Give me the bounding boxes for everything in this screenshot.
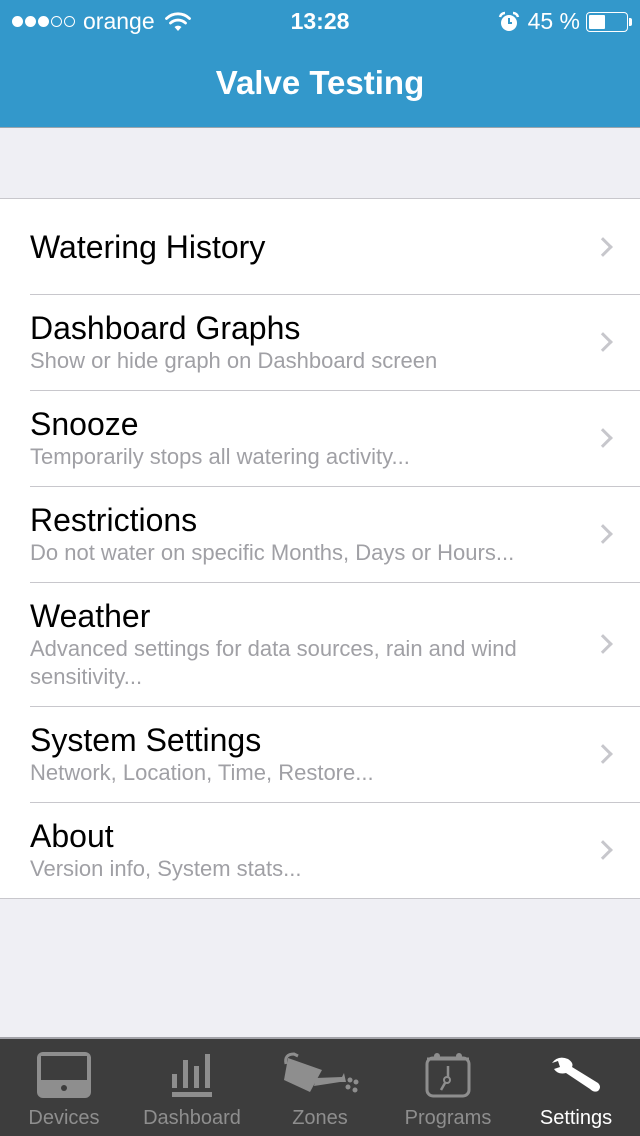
settings-item-subtitle: Temporarily stops all watering activity.…: [30, 444, 410, 469]
chevron-right-icon: [593, 332, 613, 352]
calendar-clock-icon: [425, 1053, 471, 1098]
settings-item-title: Weather: [30, 598, 151, 634]
device-icon: [37, 1052, 91, 1098]
tab-label: Dashboard: [143, 1107, 241, 1129]
chevron-right-icon: [593, 524, 613, 544]
settings-list: Watering History Dashboard Graphs Show o…: [0, 198, 640, 899]
battery-percent: 45 %: [527, 8, 580, 34]
chevron-right-icon: [593, 428, 613, 448]
tab-label: Programs: [404, 1107, 492, 1129]
alarm-icon: [498, 11, 519, 31]
tab-dashboard[interactable]: Dashboard: [128, 1039, 256, 1136]
settings-item-subtitle: Version info, System stats...: [30, 856, 302, 881]
battery-icon: [586, 11, 632, 32]
tab-label: Zones: [292, 1107, 348, 1129]
navigation-header: orange 13:28 45 % Valve Testing: [0, 0, 640, 128]
battery-level: [589, 14, 606, 29]
settings-item-weather[interactable]: Weather Advanced settings for data sourc…: [0, 582, 640, 706]
tab-zones[interactable]: Zones: [256, 1039, 384, 1136]
settings-item-title: Restrictions: [30, 502, 198, 538]
tab-label: Settings: [539, 1107, 613, 1129]
chevron-right-icon: [593, 634, 613, 654]
tab-bar: Devices Dashboard Zones Programs Setting…: [0, 1037, 640, 1136]
settings-item-subtitle: Advanced settings for data sources, rain…: [30, 636, 517, 689]
settings-item-system-settings[interactable]: System Settings Network, Location, Time,…: [0, 706, 640, 802]
tab-devices[interactable]: Devices: [0, 1039, 128, 1136]
carrier-name: orange: [83, 8, 155, 34]
settings-item-title: Watering History: [30, 228, 266, 265]
tab-programs[interactable]: Programs: [384, 1039, 512, 1136]
page-title: Valve Testing: [215, 64, 425, 101]
settings-item-watering-history[interactable]: Watering History: [0, 199, 640, 294]
settings-item-title: Snooze: [30, 406, 139, 442]
status-bar: orange 13:28 45 %: [0, 0, 640, 40]
settings-item-subtitle: Show or hide graph on Dashboard screen: [30, 348, 438, 373]
settings-item-title: System Settings: [30, 722, 262, 758]
settings-item-subtitle: Network, Location, Time, Restore...: [30, 760, 374, 785]
settings-item-restrictions[interactable]: Restrictions Do not water on specific Mo…: [0, 486, 640, 582]
tab-settings[interactable]: Settings: [512, 1039, 640, 1136]
settings-item-subtitle: Do not water on specific Months, Days or…: [30, 540, 515, 565]
signal-strength-icon: [12, 16, 75, 27]
chevron-right-icon: [593, 744, 613, 764]
wrench-icon: [552, 1057, 600, 1092]
settings-item-about[interactable]: About Version info, System stats...: [0, 802, 640, 898]
chevron-right-icon: [593, 236, 613, 257]
settings-item-dashboard-graphs[interactable]: Dashboard Graphs Show or hide graph on D…: [0, 294, 640, 390]
chevron-right-icon: [593, 840, 613, 860]
settings-item-snooze[interactable]: Snooze Temporarily stops all watering ac…: [0, 390, 640, 486]
settings-item-title: About: [30, 818, 114, 854]
bar-chart-icon: [172, 1054, 212, 1097]
wifi-icon: [164, 11, 191, 31]
watering-can-icon: [284, 1052, 359, 1093]
tab-label: Devices: [28, 1107, 100, 1129]
settings-item-title: Dashboard Graphs: [30, 310, 301, 346]
